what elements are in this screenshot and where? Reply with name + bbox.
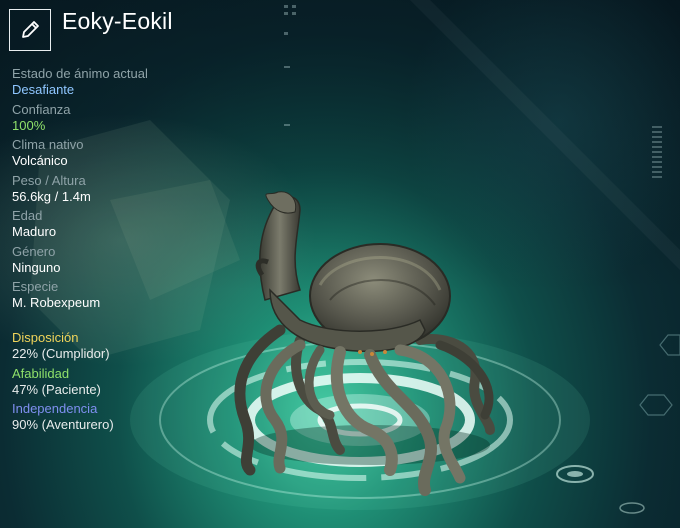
stat-value: M. Robexpeum bbox=[12, 295, 101, 310]
stat-value: Ninguno bbox=[12, 259, 61, 275]
stat-label: Clima nativo bbox=[12, 137, 84, 152]
trait-value: 47% (Paciente) bbox=[12, 381, 101, 397]
stat-value: Maduro bbox=[12, 224, 57, 239]
stat-climate: Clima nativo Volcánico bbox=[12, 137, 232, 169]
trait-label: Independencia bbox=[12, 401, 98, 416]
stat-label: Especie bbox=[12, 279, 59, 294]
stat-species: Especie M. Robexpeum bbox=[12, 279, 232, 311]
edit-name-button[interactable] bbox=[9, 9, 51, 51]
creature-stats: Estado de ánimo actual Desafiante Confia… bbox=[12, 66, 232, 315]
pencil-icon bbox=[22, 21, 39, 38]
trait-label: Afabilidad bbox=[12, 365, 70, 381]
stat-value: 100% bbox=[12, 117, 46, 133]
trait-independence: Independencia 90% (Aventurero) bbox=[12, 401, 232, 433]
stat-weight-height: Peso / Altura 56.6kg / 1.4m bbox=[12, 173, 232, 205]
stat-age: Edad Maduro bbox=[12, 208, 232, 240]
stat-value: Volcánico bbox=[12, 153, 68, 168]
trait-label: Disposición bbox=[12, 330, 79, 345]
creature-name: Eoky-Eokil bbox=[62, 8, 173, 34]
stat-label: Edad bbox=[12, 208, 43, 223]
trait-value: 22% (Cumplidor) bbox=[12, 346, 110, 361]
trait-affability: Afabilidad 47% (Paciente) bbox=[12, 366, 232, 398]
stat-label: Confianza bbox=[12, 101, 71, 117]
stat-value: 56.6kg / 1.4m bbox=[12, 188, 91, 204]
stat-label: Género bbox=[12, 243, 56, 259]
stat-label: Peso / Altura bbox=[12, 172, 86, 188]
trait-disposition: Disposición 22% (Cumplidor) bbox=[12, 330, 232, 362]
stat-value: Desafiante bbox=[12, 82, 75, 97]
trait-value: 90% (Aventurero) bbox=[12, 417, 114, 432]
stat-mood: Estado de ánimo actual Desafiante bbox=[12, 66, 232, 98]
creature-traits: Disposición 22% (Cumplidor) Afabilidad 4… bbox=[12, 330, 232, 437]
stat-gender: Género Ninguno bbox=[12, 244, 232, 276]
stat-trust: Confianza 100% bbox=[12, 102, 232, 134]
stat-label: Estado de ánimo actual bbox=[12, 66, 148, 81]
